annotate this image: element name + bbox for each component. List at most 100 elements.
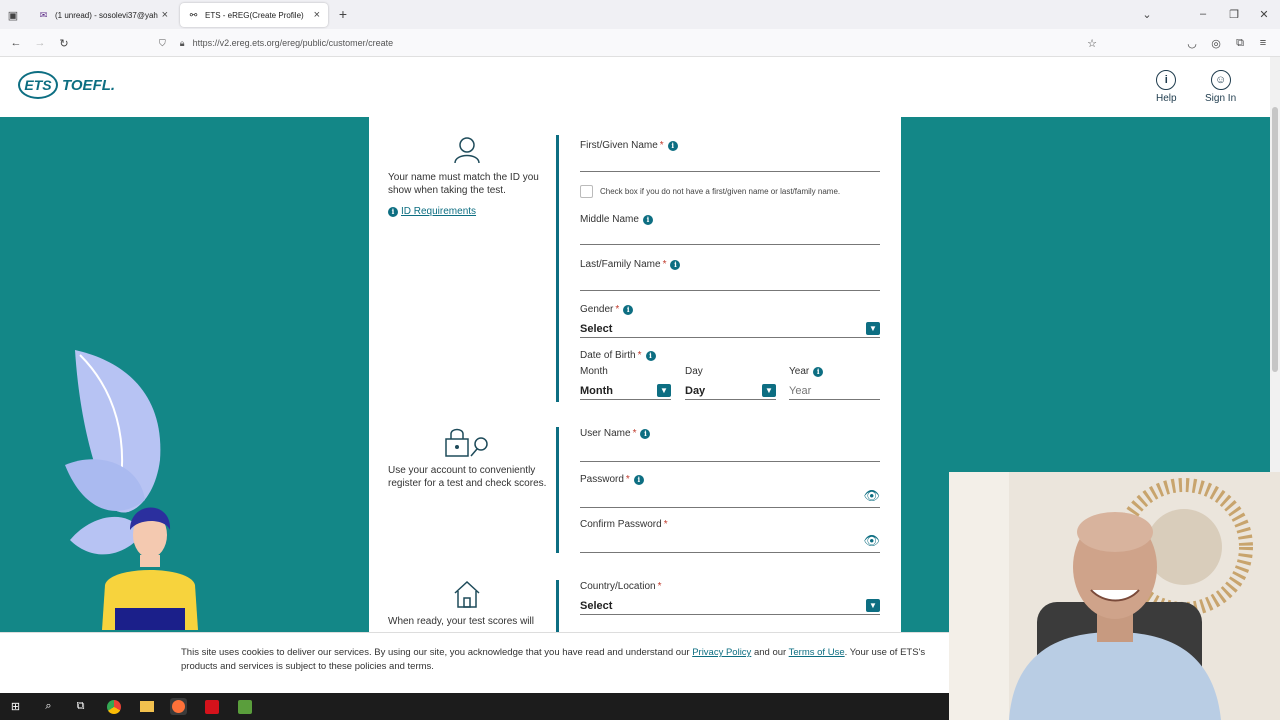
ets-toefl-logo[interactable]: ETS TOEFL. <box>18 71 115 99</box>
id-requirements-label: ID Requirements <box>401 206 477 217</box>
password-input[interactable] <box>580 492 880 508</box>
reload-icon[interactable]: ↻ <box>57 36 71 50</box>
lock-icon: 🔒︎ <box>179 37 185 48</box>
username-field: User Name * i <box>580 428 880 464</box>
info-icon[interactable]: i <box>667 140 678 151</box>
privacy-policy-link[interactable]: Privacy Policy <box>692 647 751 658</box>
task-view-icon[interactable]: ⧉ <box>72 698 89 715</box>
gender-label: Gender * i <box>580 304 880 315</box>
sign-in-button[interactable]: ☺ Sign In <box>1205 70 1236 104</box>
country-field: Country/Location * Select ▼ <box>580 581 880 617</box>
country-select-value: Select <box>580 599 613 612</box>
month-sublabel: Month <box>580 366 608 377</box>
month-select[interactable]: Month ▼ <box>580 382 671 400</box>
middle-name-input[interactable] <box>580 229 880 245</box>
username-label: User Name * i <box>580 428 880 439</box>
middle-name-label: Middle Name i <box>580 214 880 225</box>
tab-list-icon[interactable]: ▣ <box>6 8 20 22</box>
section-divider <box>556 427 559 553</box>
tab-title: ETS - eREG(Create Profile) <box>205 10 304 20</box>
country-select[interactable]: Select ▼ <box>580 597 880 615</box>
password-label: Password * i <box>580 474 880 485</box>
confirm-password-label: Confirm Password * <box>580 519 668 530</box>
menu-icon[interactable]: ≡ <box>1256 36 1270 50</box>
section-divider <box>556 135 559 402</box>
person-icon <box>454 137 480 164</box>
address-section-description: When ready, your test scores will <box>388 616 534 627</box>
site-header: ETS TOEFL. i Help ☺ Sign In <box>0 57 1270 117</box>
gender-select[interactable]: Select ▼ <box>580 320 880 338</box>
forward-icon[interactable]: → <box>33 36 47 50</box>
gender-select-value: Select <box>580 322 613 335</box>
day-select[interactable]: Day ▼ <box>685 382 776 400</box>
year-sublabel: Year i <box>789 366 824 377</box>
account-icon[interactable]: ◎ <box>1209 36 1223 50</box>
close-tab-icon[interactable]: × <box>314 9 320 21</box>
info-icon: i <box>388 206 398 217</box>
acrobat-icon[interactable] <box>203 698 220 715</box>
create-profile-card: Your name must match the ID you show whe… <box>369 117 901 632</box>
cookie-notice-text: This site uses cookies to deliver our se… <box>181 647 926 672</box>
search-icon[interactable]: ⌕ <box>40 698 57 715</box>
chevron-down-icon: ▼ <box>657 384 671 397</box>
gender-field: Gender * i Select ▼ <box>580 304 880 340</box>
terms-of-use-link[interactable]: Terms of Use <box>789 647 845 658</box>
restore-icon[interactable]: ❐ <box>1227 7 1241 21</box>
chevron-down-icon[interactable]: ⌄ <box>1140 7 1154 21</box>
windows-taskbar: ⊞ ⌕ ⧉ <box>0 693 949 720</box>
minimize-icon[interactable]: – <box>1196 7 1210 21</box>
info-icon[interactable]: i <box>642 214 653 225</box>
windows-start-icon[interactable]: ⊞ <box>7 698 24 715</box>
house-icon <box>454 580 480 608</box>
firefox-icon[interactable] <box>170 698 187 715</box>
confirm-password-input[interactable] <box>580 537 880 553</box>
last-name-input[interactable] <box>580 275 880 291</box>
info-icon: i <box>1156 70 1177 90</box>
info-icon[interactable]: i <box>633 474 644 485</box>
shield-icon: ⛉ <box>159 37 166 48</box>
no-name-checkbox[interactable] <box>580 185 593 198</box>
year-input[interactable] <box>789 382 880 400</box>
id-requirements-link[interactable]: i ID Requirements <box>388 205 548 218</box>
tab-ets[interactable]: ⚯ ETS - eREG(Create Profile) × <box>180 3 328 27</box>
info-icon[interactable]: i <box>623 304 634 315</box>
month-select-value: Month <box>580 384 613 397</box>
day-sublabel: Day <box>685 366 703 377</box>
bookmark-star-icon[interactable]: ☆ <box>1085 36 1099 50</box>
info-icon[interactable]: i <box>640 428 651 439</box>
extensions-icon[interactable]: ⧉ <box>1233 36 1247 50</box>
first-name-label: First/Given Name * i <box>580 140 880 151</box>
file-explorer-icon[interactable] <box>138 698 155 715</box>
first-name-input[interactable] <box>580 156 880 172</box>
browser-toolbar: ← → ↻ ⛉ 🔒︎ https://v2.ereg.ets.org/ereg/… <box>0 29 1280 57</box>
date-of-birth-field: Date of Birth * i Month Month ▼ Day Day ▼ … <box>580 350 880 402</box>
info-icon[interactable]: i <box>670 259 681 270</box>
address-bar[interactable]: ⛉ 🔒︎ https://v2.ereg.ets.org/ereg/public… <box>155 33 1110 53</box>
no-name-checkbox-row[interactable]: Check box if you do not have a first/giv… <box>580 185 840 198</box>
person-illustration <box>65 350 198 630</box>
tab-email[interactable]: ✉ (1 unread) - sosolevi37@yahoo × <box>30 3 176 27</box>
chevron-down-icon: ▼ <box>866 322 880 335</box>
section-divider <box>556 580 559 632</box>
name-section-info: Your name must match the ID you show whe… <box>388 135 548 218</box>
info-icon[interactable]: i <box>813 366 824 377</box>
password-field: Password * i 👁︎ <box>580 474 880 510</box>
account-section-info: Use your account to conveniently registe… <box>388 428 548 490</box>
back-icon[interactable]: ← <box>9 36 23 50</box>
help-button[interactable]: i Help <box>1156 70 1177 104</box>
last-name-label: Last/Family Name * i <box>580 259 880 270</box>
country-label: Country/Location * <box>580 581 662 592</box>
pocket-icon[interactable]: ◡ <box>1185 36 1199 50</box>
close-tab-icon[interactable]: × <box>162 9 168 21</box>
cookie-banner: This site uses cookies to deliver our se… <box>0 632 949 693</box>
username-input[interactable] <box>580 446 880 462</box>
info-icon[interactable]: i <box>645 350 656 361</box>
show-password-eye-icon[interactable]: 👁︎ <box>863 488 880 504</box>
chevron-down-icon: ▼ <box>866 599 880 612</box>
camtasia-icon[interactable] <box>236 698 253 715</box>
chrome-icon[interactable] <box>105 698 122 715</box>
close-window-icon[interactable]: ✕ <box>1257 7 1271 21</box>
new-tab-icon[interactable]: + <box>336 6 350 22</box>
show-password-eye-icon[interactable]: 👁︎ <box>863 533 880 549</box>
scroll-thumb[interactable] <box>1272 107 1278 372</box>
